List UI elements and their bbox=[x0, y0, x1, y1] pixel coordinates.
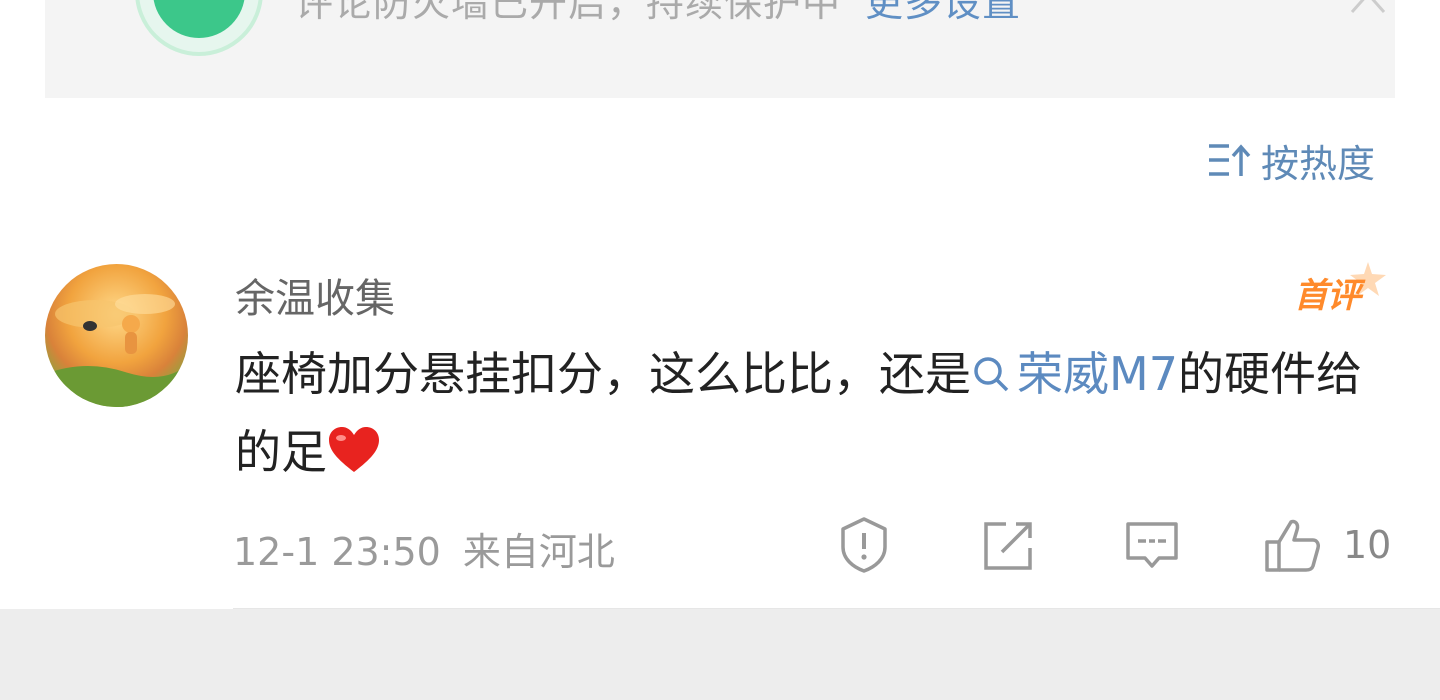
like-button[interactable]: 10 bbox=[1263, 514, 1391, 576]
badge-label: 首评 bbox=[1294, 276, 1361, 316]
share-icon bbox=[984, 522, 1032, 570]
firewall-banner: 评论防火墙已开启，持续保护中 更多设置 bbox=[45, 0, 1395, 98]
like-count: 10 bbox=[1343, 523, 1392, 567]
username[interactable]: 余温收集 bbox=[235, 266, 395, 324]
report-button[interactable] bbox=[835, 514, 893, 576]
reply-icon bbox=[1126, 522, 1178, 568]
search-icon bbox=[974, 357, 1009, 392]
avatar[interactable] bbox=[45, 264, 188, 407]
banner-message-text: 评论防火墙已开启，持续保护中 bbox=[295, 0, 842, 25]
heart-icon bbox=[329, 427, 379, 472]
close-icon[interactable] bbox=[1348, 0, 1388, 18]
comment-text-start: 座椅加分悬挂扣分，这么比比，还是 bbox=[235, 347, 971, 401]
report-icon bbox=[841, 517, 887, 573]
sort-label: 按热度 bbox=[1261, 141, 1376, 186]
first-comment-badge: 首评 bbox=[1294, 262, 1386, 316]
topic-label: 荣威M7 bbox=[1017, 347, 1178, 401]
topic-link[interactable]: 荣威M7 bbox=[971, 347, 1178, 401]
reply-button[interactable] bbox=[1123, 514, 1181, 576]
comment-page: 评论防火墙已开启，持续保护中 更多设置 按热度 余温收集 首评 座椅加分悬挂扣分… bbox=[0, 0, 1440, 700]
comment-text: 座椅加分悬挂扣分，这么比比，还是 荣威M7的硬件给的足 bbox=[235, 335, 1395, 491]
bottom-area bbox=[0, 609, 1440, 700]
sort-by-heat-button[interactable]: 按热度 bbox=[1207, 136, 1375, 186]
like-icon bbox=[1265, 519, 1320, 572]
sort-icon bbox=[1209, 144, 1251, 176]
comment-location: 来自河北 bbox=[462, 530, 615, 574]
more-settings-link[interactable]: 更多设置 bbox=[865, 0, 1021, 25]
shield-bolt-icon bbox=[135, 0, 263, 56]
share-button[interactable] bbox=[980, 514, 1038, 576]
banner-message: 评论防火墙已开启，持续保护中 更多设置 bbox=[295, 0, 1021, 27]
comment-time: 12-1 23:50 bbox=[233, 530, 441, 574]
comment-meta: 12-1 23:50 来自河北 bbox=[233, 521, 615, 576]
